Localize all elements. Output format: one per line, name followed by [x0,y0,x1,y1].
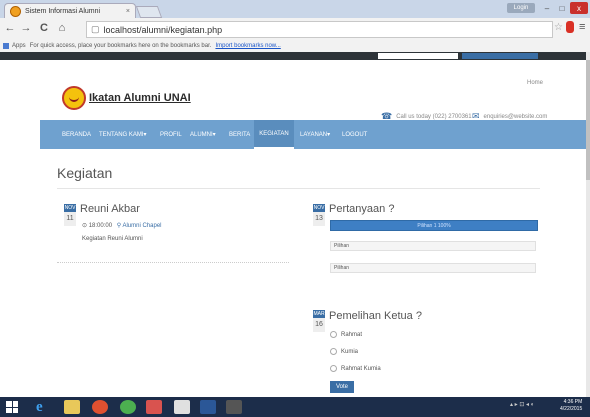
event-day: 11 [64,212,76,226]
clock-time: 4:36 PM [563,399,583,405]
divider [57,188,540,189]
browser-tab[interactable]: Sistem Informasi Alumni × [4,3,136,19]
app-icon[interactable] [146,400,162,414]
poll2-month: MAR [313,310,325,318]
system-tray[interactable]: ▴ ▸ ⊡ ◂ ◐ [510,401,534,408]
close-window-button[interactable]: x [570,2,588,14]
poll-title: Pertanyaan ? [329,203,395,215]
poll-month: NOV [313,204,325,212]
poll2-day: 16 [313,318,325,332]
ie-icon[interactable]: e [36,400,52,415]
radio-circle-icon[interactable] [330,365,337,372]
radio-option[interactable]: Rahmat [330,331,362,338]
scrollbar-thumb[interactable] [586,60,590,180]
topbar-accent [462,53,538,59]
apps-label[interactable]: Apps [12,43,26,49]
apps-icon[interactable] [3,43,9,49]
radio-label: Rahmat [341,331,363,338]
nav-alumni[interactable]: ALUMNI▾ [190,120,216,149]
poll-progress-bar: Pilihan 1 100% [330,220,538,231]
radio-circle-icon[interactable] [330,348,337,355]
media-player-icon[interactable] [92,400,108,414]
event-title[interactable]: Reuni Akbar [80,203,140,215]
clock[interactable]: 4:36 PM 4/22/2015 [560,399,582,413]
minimize-button[interactable]: – [540,2,554,14]
nav-beranda[interactable]: BERANDA [62,120,91,149]
nav-profil[interactable]: PROFIL [160,120,182,149]
nav-layanan[interactable]: LAYANAN▾ [300,120,330,149]
new-tab-button[interactable] [135,6,163,18]
event-separator [57,262,289,263]
import-bookmarks-link[interactable]: Import bookmarks now... [215,43,280,49]
page-icon: ▢ [91,24,100,34]
topbar-search[interactable] [378,53,458,59]
event-time: ⊙ 18:00:00 [82,223,113,229]
poll-progress-label: Pilihan 1 100% [417,222,451,229]
radio-option[interactable]: Rahmat Kumia [330,365,381,372]
poll-option[interactable]: Pilihan [330,263,536,273]
home-icon[interactable]: ⌂ [56,22,68,34]
phone-text: Call us today (022) 2700361 [396,113,472,120]
email-text[interactable]: enquiries@website.com [484,114,548,120]
bookmarks-hint: For quick access, place your bookmarks h… [29,43,212,49]
radio-label: Kumia [341,348,359,355]
extension-icon[interactable] [566,21,574,33]
reload-icon[interactable]: C [38,22,50,34]
event-date: NOV 11 [64,204,76,226]
poll-option[interactable]: Pilihan [330,241,536,251]
nav-logout[interactable]: LOGOUT [342,120,367,149]
tab-close-icon[interactable]: × [126,8,130,15]
bookmark-star-icon[interactable]: ☆ [554,22,563,33]
event-place[interactable]: ⚲ Alumni Chapel [117,223,162,229]
poll-day: 13 [313,212,325,226]
address-bar[interactable]: ▢ localhost/alumni/kegiatan.php [86,21,553,38]
logo-icon[interactable] [62,86,86,110]
event-desc: Kegiatan Reuni Alumni [82,236,143,242]
user-button[interactable]: Login [507,3,535,13]
vote-button[interactable]: Vote [330,381,354,393]
forward-icon[interactable]: → [20,22,32,34]
poll2-date: MAR 16 [313,310,325,332]
nav-tentang-kami[interactable]: TENTANG KAMI▾ [99,120,147,149]
favicon-icon [10,6,21,17]
chrome-icon[interactable] [120,400,136,414]
radio-circle-icon[interactable] [330,331,337,338]
menu-icon[interactable]: ≡ [579,21,585,33]
maximize-button[interactable]: □ [555,2,569,14]
back-icon[interactable]: ← [4,22,16,34]
poll2-title: Pemelihan Ketua ? [329,310,422,322]
taskbar [0,397,590,417]
event-month: NOV [64,204,76,212]
page-title: Kegiatan [57,165,113,181]
url-text: localhost/alumni/kegiatan.php [103,24,223,35]
home-link[interactable]: Home [527,80,543,86]
poll-date: NOV 13 [313,204,325,226]
word-icon[interactable] [200,400,216,414]
radio-option[interactable]: Kumia [330,348,358,355]
nav-berita[interactable]: BERITA [229,120,250,149]
event-meta: ⊙ 18:00:00 ⚲ Alumni Chapel [82,222,162,229]
clock-date: 4/22/2015 [560,406,583,412]
start-button[interactable] [6,401,18,413]
brand-title[interactable]: Ikatan Alumni UNAI [89,92,191,104]
app-icon-3[interactable] [226,400,242,414]
explorer-icon[interactable] [64,400,80,414]
tab-title: Sistem Informasi Alumni [25,8,101,15]
nav-kegiatan[interactable]: KEGIATAN [254,120,294,149]
app-icon-2[interactable] [174,400,190,414]
radio-label: Rahmat Kumia [341,365,381,372]
